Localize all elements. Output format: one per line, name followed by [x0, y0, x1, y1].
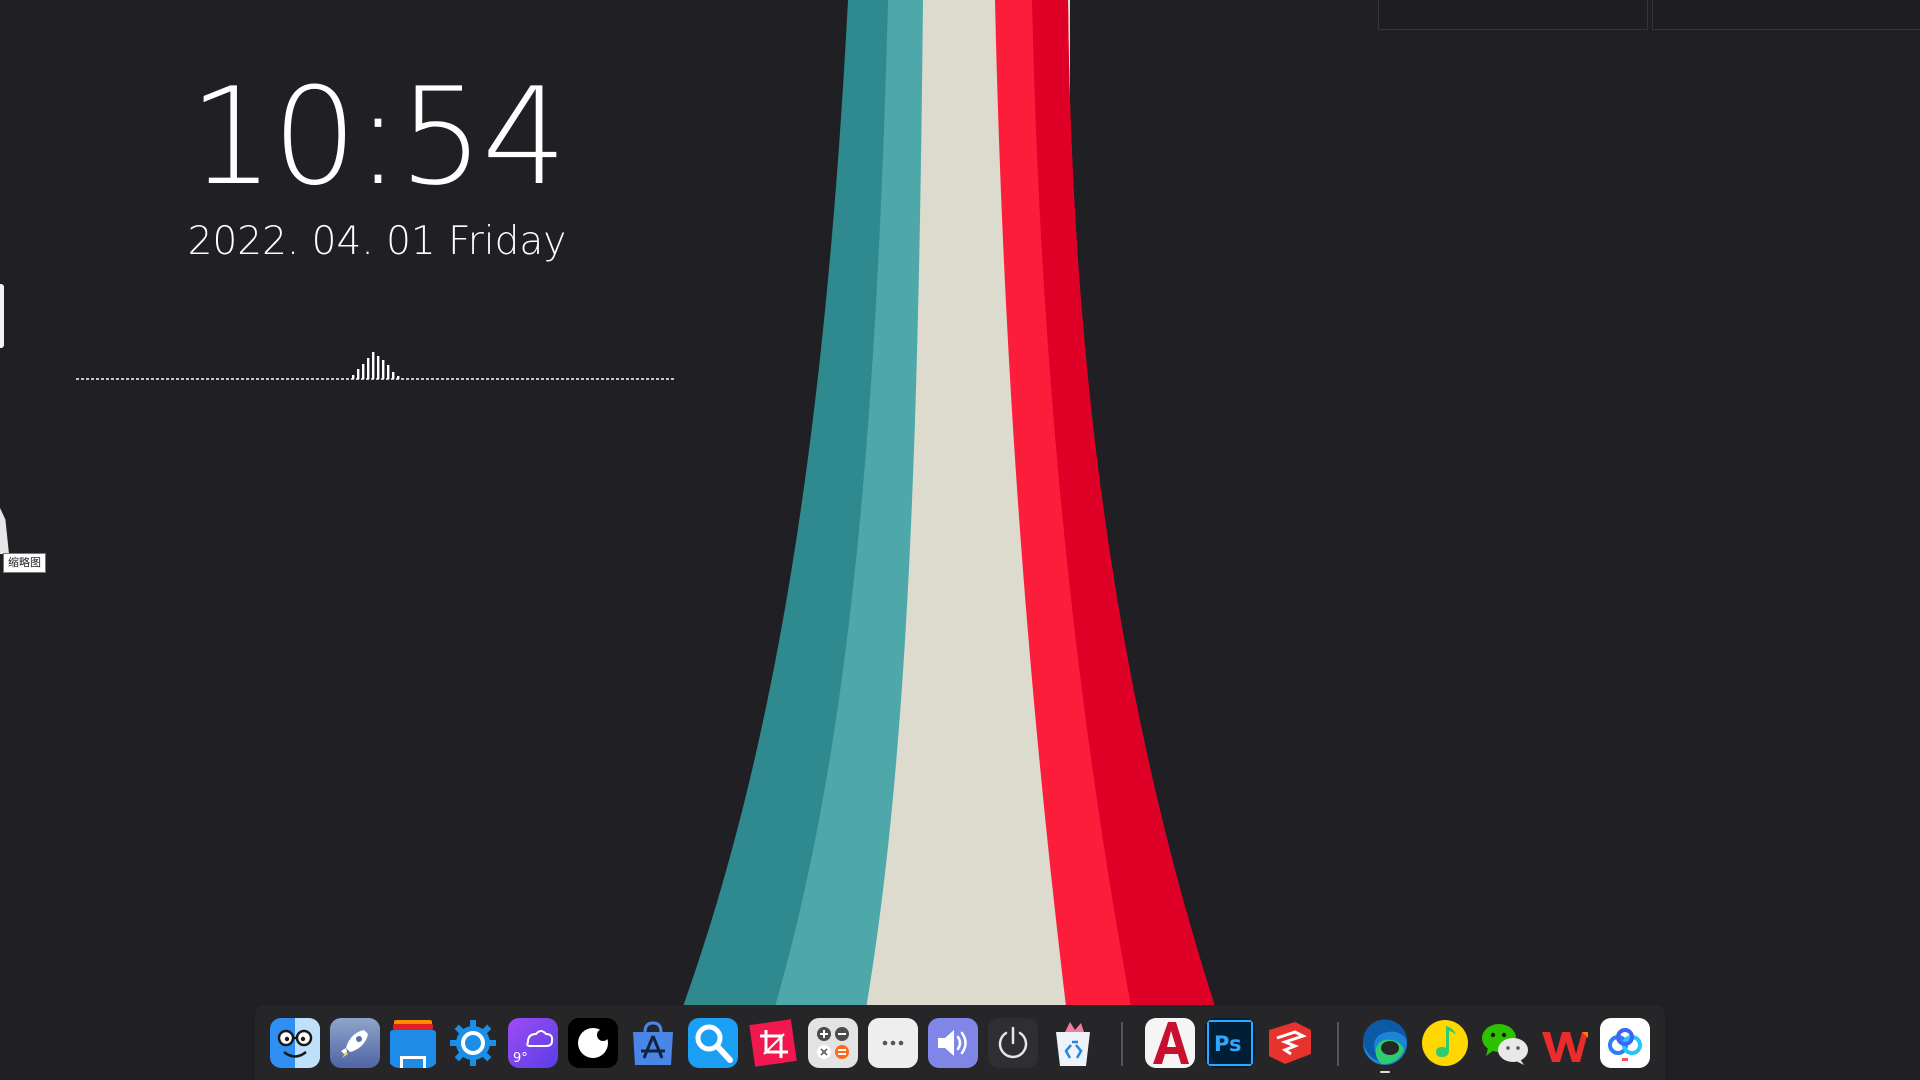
app-store-icon[interactable] [628, 1018, 678, 1068]
svg-text:Ps: Ps [1214, 1032, 1242, 1056]
search-icon[interactable] [688, 1018, 738, 1068]
wechat-icon[interactable] [1480, 1018, 1530, 1068]
launchpad-rocket-icon[interactable] [330, 1018, 380, 1068]
weather-icon[interactable]: 9° [508, 1018, 558, 1068]
wps-office-icon[interactable] [1540, 1018, 1590, 1068]
screenshot-crop-icon[interactable] [748, 1018, 798, 1068]
more-dots-icon[interactable] [868, 1018, 918, 1068]
circle-app-icon[interactable] [568, 1018, 618, 1068]
volume-icon[interactable] [928, 1018, 978, 1068]
sketchup-icon[interactable] [1265, 1018, 1315, 1068]
dock-separator-1 [1121, 1022, 1123, 1066]
clock-date: 2022. 04. 01 Friday [187, 219, 567, 264]
top-widget-right[interactable] [1652, 0, 1920, 30]
clock-time: 10:54 [188, 59, 567, 215]
dock-separator-2 [1337, 1022, 1339, 1066]
edge-browser-icon[interactable] [1360, 1018, 1410, 1068]
edge-running-indicator [1380, 1071, 1390, 1073]
recycle-bin-icon[interactable] [1048, 1018, 1098, 1068]
left-edge-panel-handle[interactable] [0, 284, 4, 348]
file-explorer-icon[interactable] [388, 1018, 438, 1068]
finder-icon[interactable] [270, 1018, 320, 1068]
audio-visualizer [76, 352, 676, 380]
thumbnail-tooltip: 缩略图 [3, 553, 46, 573]
top-widget-left[interactable] [1378, 0, 1648, 30]
settings-gear-icon[interactable] [448, 1018, 498, 1068]
autocad-icon[interactable] [1145, 1018, 1195, 1068]
calculator-icon[interactable] [808, 1018, 858, 1068]
photoshop-icon[interactable]: Ps [1205, 1018, 1255, 1068]
weather-temperature: 9° [513, 1051, 528, 1066]
power-icon[interactable] [988, 1018, 1038, 1068]
qq-music-icon[interactable] [1420, 1018, 1470, 1068]
baidu-netdisk-icon[interactable] [1600, 1018, 1650, 1068]
